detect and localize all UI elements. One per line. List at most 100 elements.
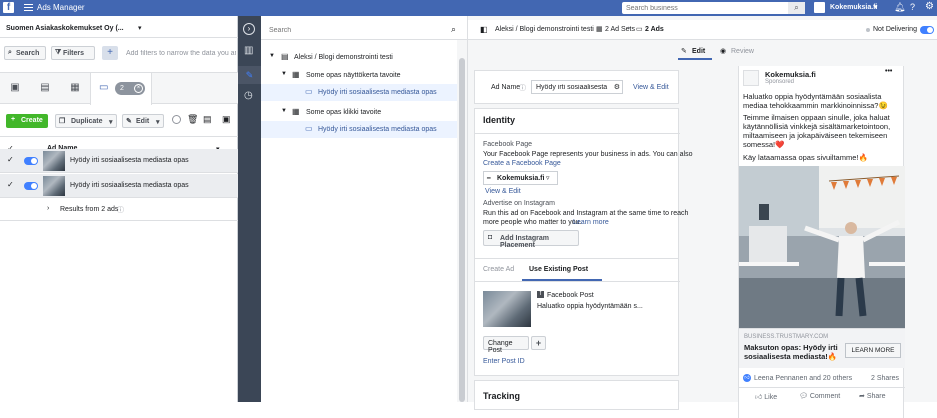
business-search[interactable]: ⌕	[622, 2, 805, 14]
info-icon[interactable]: ⓘ	[519, 83, 526, 93]
more-options-icon[interactable]: •••	[885, 68, 892, 75]
expand-icon[interactable]: ▼	[269, 53, 275, 59]
bell-icon[interactable]: 🔔︎	[894, 2, 905, 13]
tree-ad-row[interactable]: ▭ Hyödy irti sosiaalisesta mediasta opas	[261, 121, 457, 138]
help-icon[interactable]: ?	[910, 2, 915, 12]
account-selector[interactable]: Suomen Asiakaskokemukset Oy (... ▾	[0, 20, 238, 38]
share-button[interactable]: ➦ Share	[859, 392, 899, 406]
tab-review[interactable]: ◉ Review	[718, 44, 758, 60]
preview-icon[interactable]: ▣	[222, 114, 231, 125]
info-icon[interactable]: ⓘ	[117, 205, 124, 215]
search-icon[interactable]: ⌕	[788, 2, 805, 14]
duplicate-icon: ❐	[59, 118, 66, 125]
clock-icon[interactable]: ◷	[244, 90, 253, 101]
tab-edit-label: Edit	[692, 48, 706, 55]
table-row[interactable]: ✓ Hyödy irti sosiaalisesta mediasta opas	[0, 149, 238, 173]
ad-name-card: Ad Name ⓘ Hyödy irti sosiaalisesta med⚙ …	[474, 70, 679, 104]
panel-toggle-icon[interactable]: ◧	[480, 25, 488, 34]
circle-icon[interactable]	[172, 115, 181, 124]
facebook-logo-icon[interactable]: f	[3, 2, 14, 13]
tab-use-existing-post[interactable]: Use Existing Post	[522, 259, 602, 281]
breadcrumb-ads[interactable]: 2 Ads	[645, 26, 664, 33]
status-toggle[interactable]	[24, 157, 38, 165]
tree-campaign-row[interactable]: ▼ ▤ Aleksi / Blogi demonstrointi testi	[261, 50, 457, 64]
tree-search-input[interactable]	[269, 25, 449, 35]
trash-icon[interactable]: 🗑︎	[187, 114, 198, 125]
chevron-down-icon: ▿	[546, 175, 550, 182]
comment-button[interactable]: 💬︎ Comment	[799, 392, 845, 406]
row-checkbox[interactable]: ✓	[7, 155, 14, 164]
row-checkbox[interactable]: ✓	[7, 180, 14, 189]
chevron-down-icon[interactable]: ▾	[138, 24, 142, 32]
tab-ads[interactable]: ▭ 2 ×	[90, 73, 152, 105]
business-search-input[interactable]	[626, 3, 786, 13]
duplicate-button[interactable]: ❐ Duplicate ▾	[55, 114, 117, 128]
add-instagram-button[interactable]: ◘ Add Instagram Placement	[483, 230, 579, 249]
tree-ad-row[interactable]: ▭ Hyödy irti sosiaalisesta mediasta opas	[261, 84, 457, 101]
tab-create-ad[interactable]: Create Ad	[475, 259, 522, 281]
change-post-label: Change Post	[488, 340, 513, 354]
tree-adset-row[interactable]: ▼ ▦ Some opas klikki tavoite	[261, 105, 457, 119]
page-logo-icon: ━	[487, 176, 491, 182]
tab-ad-sets[interactable]: ▦	[60, 73, 90, 103]
scrollbar-thumb[interactable]	[459, 58, 465, 402]
pencil-icon: ✎	[126, 118, 132, 125]
results-row: › Results from 2 ads ⓘ	[0, 199, 238, 221]
tree-adset-row[interactable]: ▼ ▦ Some opas näyttökerta tavoite	[261, 68, 457, 82]
enter-post-id-link[interactable]: Enter Post ID	[483, 358, 525, 365]
chevron-down-icon[interactable]: ▾	[874, 3, 878, 11]
share-icon: ➦	[859, 393, 865, 400]
create-page-link[interactable]: Create a Facebook Page	[483, 160, 561, 167]
learn-more-link[interactable]: Learn more	[573, 219, 609, 226]
search-icon[interactable]: ⌕	[451, 24, 456, 35]
ad-name[interactable]: Hyödy irti sosiaalisesta mediasta opas	[70, 182, 189, 189]
edit-button-label: Edit	[136, 118, 150, 125]
tab-edit[interactable]: ✎ Edit	[678, 44, 712, 60]
gear-icon[interactable]: ⚙	[614, 83, 620, 91]
adset-name: Some opas klikki tavoite	[306, 109, 382, 116]
ad-name: Hyödy irti sosiaalisesta mediasta opas	[318, 126, 437, 133]
tree-scrollbar[interactable]	[457, 40, 467, 402]
link-footer[interactable]: BUSINESS.TRUSTMARY.COM Maksuton opas: Hy…	[739, 328, 905, 368]
ad-name[interactable]: Hyödy irti sosiaalisesta mediasta opas	[70, 157, 189, 164]
learn-more-button[interactable]: LEARN MORE	[845, 343, 901, 358]
create-button-label: Create	[21, 117, 43, 124]
status-toggle[interactable]	[24, 182, 38, 190]
delivery-toggle[interactable]	[920, 26, 934, 34]
lock-icon[interactable]: ▤	[203, 114, 212, 125]
tab-review-label: Review	[731, 48, 754, 55]
eye-icon: ◉	[720, 48, 727, 55]
pencil-icon[interactable]: ✎	[238, 66, 261, 84]
page-selector[interactable]: ━ Kokemuksia.fi ▿	[483, 171, 558, 185]
table-row[interactable]: ✓ Hyödy irti sosiaalisesta mediasta opas	[0, 174, 238, 198]
chevron-right-icon[interactable]: ›	[47, 205, 49, 212]
view-edit-link[interactable]: View & Edit	[485, 188, 521, 195]
identity-card: Identity Facebook Page Your Facebook Pag…	[474, 108, 693, 268]
filters-button[interactable]: Filters ⧩	[51, 46, 95, 60]
expand-icon[interactable]: ▼	[281, 108, 287, 114]
breadcrumb-campaign[interactable]: Aleksi / Blogi demonstrointi testi	[495, 26, 594, 33]
charts-icon[interactable]: ▥	[244, 45, 253, 56]
edit-button[interactable]: ✎ Edit ▾	[122, 114, 164, 128]
gear-icon[interactable]: ⚙	[925, 1, 934, 12]
tab-use-existing-post-label: Use Existing Post	[529, 266, 589, 273]
expand-icon[interactable]: ▼	[281, 71, 287, 77]
clear-selection-icon[interactable]: ×	[134, 84, 143, 93]
add-post-button[interactable]: +	[531, 336, 546, 350]
view-edit-link[interactable]: View & Edit	[633, 84, 669, 91]
add-filter-button[interactable]: +	[102, 46, 118, 60]
change-post-button[interactable]: Change Post	[483, 336, 529, 354]
tab-campaigns[interactable]: ▤	[30, 73, 60, 103]
search-button[interactable]: Search ⌕	[4, 46, 46, 60]
account-name[interactable]: Kokemuksia.fi	[830, 4, 877, 11]
breadcrumb-adsets[interactable]: 2 Ad Sets	[605, 26, 635, 33]
like-button[interactable]: 👍︎ Like	[755, 392, 789, 406]
tracking-title: Tracking	[483, 391, 521, 401]
tab-account[interactable]: ▣	[0, 73, 30, 103]
ad-name-input[interactable]: Hyödy irti sosiaalisesta med ⚙	[531, 80, 623, 94]
collapse-icon[interactable]: ›	[243, 23, 255, 35]
menu-icon[interactable]	[24, 4, 33, 11]
link-domain: BUSINESS.TRUSTMARY.COM	[744, 334, 829, 340]
create-button[interactable]: + Create	[6, 114, 48, 128]
tree-search[interactable]: ⌕	[261, 20, 468, 40]
